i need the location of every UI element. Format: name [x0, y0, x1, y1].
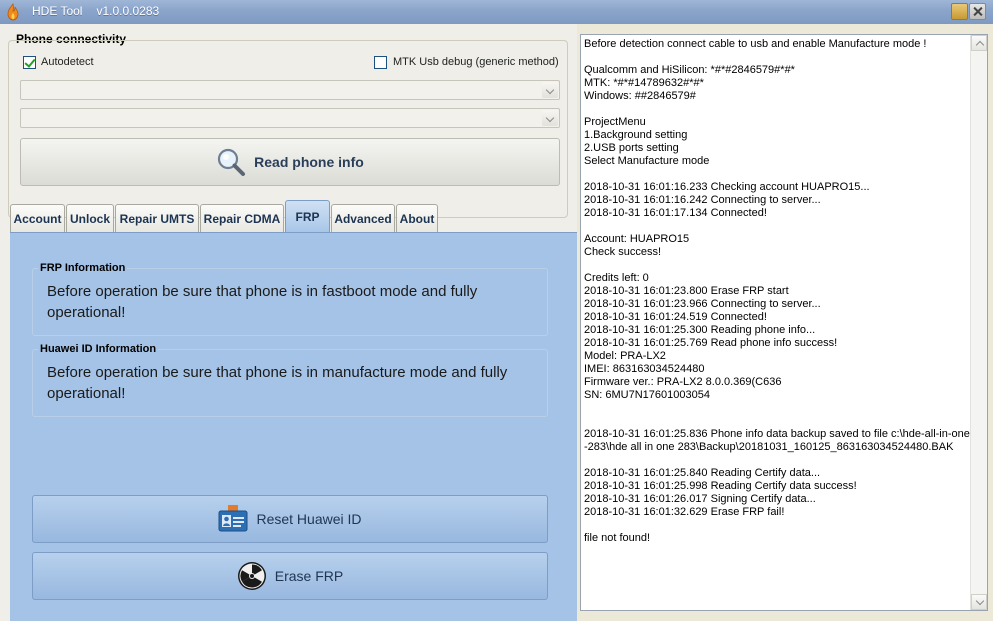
flame-icon	[7, 3, 19, 21]
reset-huawei-id-label: Reset Huawei ID	[256, 511, 362, 527]
tab-repair-cdma[interactable]: Repair CDMA	[200, 204, 284, 232]
radiation-icon	[237, 562, 266, 590]
log-scrollbar[interactable]	[970, 35, 987, 610]
title-bar: HDE Tool v1.0.0.0283	[0, 0, 993, 24]
huawei-id-information-title: Huawei ID Information	[38, 343, 159, 355]
erase-frp-button[interactable]: Erase FRP	[32, 552, 548, 600]
scroll-up-icon[interactable]	[971, 35, 987, 51]
chevron-down-icon[interactable]	[542, 110, 558, 126]
tab-unlock[interactable]: Unlock	[66, 204, 114, 232]
tab-about[interactable]: About	[396, 204, 438, 232]
mtk-usb-debug-checkbox[interactable]	[374, 56, 387, 69]
chevron-down-icon[interactable]	[542, 82, 558, 98]
tab-repair-umts[interactable]: Repair UMTS	[115, 204, 199, 232]
window-title: HDE Tool v1.0.0.0283	[32, 4, 160, 18]
tab-frp[interactable]: FRP	[285, 200, 330, 232]
autodetect-label: Autodetect	[41, 56, 94, 68]
huawei-id-information-box: Huawei ID Information Before operation b…	[32, 343, 548, 417]
autodetect-checkbox[interactable]	[23, 56, 36, 69]
mtk-usb-debug-label: MTK Usb debug (generic method)	[393, 56, 559, 68]
left-pane: Phone connectivity Autodetect MTK Usb de…	[0, 24, 577, 621]
read-phone-info-label: Read phone info	[254, 154, 364, 170]
id-card-icon	[218, 505, 248, 532]
huawei-id-information-text: Before operation be sure that phone is i…	[47, 364, 508, 402]
port-select[interactable]	[20, 80, 560, 100]
tab-account[interactable]: Account	[10, 204, 65, 232]
frp-information-text: Before operation be sure that phone is i…	[47, 283, 478, 321]
frp-information-box: FRP Information Before operation be sure…	[32, 262, 548, 336]
log-text: Before detection connect cable to usb an…	[584, 38, 970, 544]
log-textarea[interactable]: Before detection connect cable to usb an…	[580, 34, 988, 611]
app-version: v1.0.0.0283	[96, 4, 160, 18]
scroll-down-icon[interactable]	[971, 594, 987, 610]
minimize-button[interactable]	[951, 3, 968, 20]
read-phone-info-button[interactable]: Read phone info	[20, 138, 560, 186]
reset-huawei-id-button[interactable]: Reset Huawei ID	[32, 495, 548, 543]
erase-frp-label: Erase FRP	[274, 568, 344, 584]
frp-panel: FRP Information Before operation be sure…	[10, 232, 577, 621]
magnifier-icon	[218, 148, 246, 176]
close-button[interactable]	[969, 3, 986, 20]
frp-information-title: FRP Information	[38, 262, 128, 274]
device-select[interactable]	[20, 108, 560, 128]
tab-advanced[interactable]: Advanced	[331, 204, 395, 232]
